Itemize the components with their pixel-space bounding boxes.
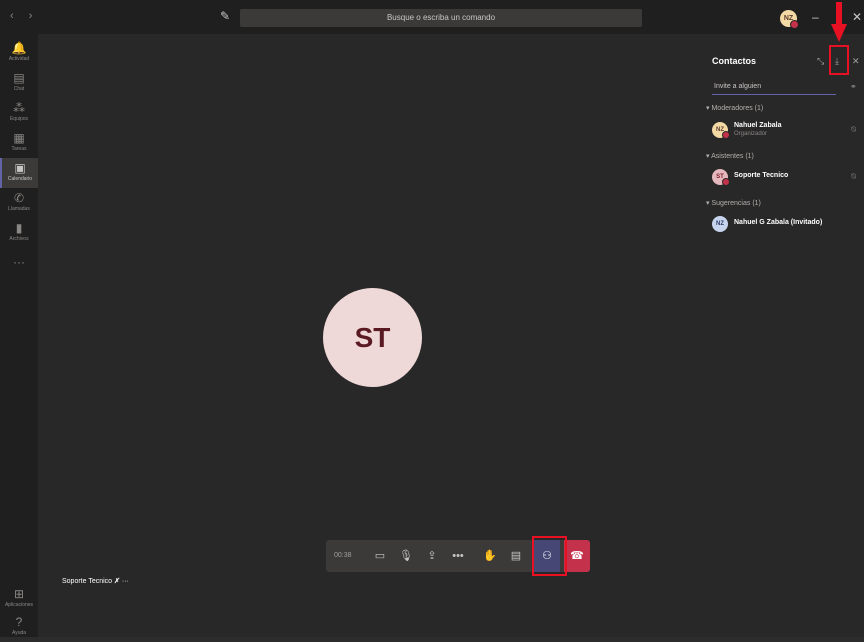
rail-item-teams[interactable]: ⁂ Equipos (0, 98, 38, 128)
close-icon[interactable]: ✕ (852, 56, 860, 67)
rail-item-apps[interactable]: ⊞ Aplicaciones (0, 584, 38, 614)
rail-item-chat[interactable]: ▤ Chat (0, 68, 38, 98)
mic-off-icon: ⍉ (851, 172, 856, 181)
highlight-people-button (532, 536, 567, 576)
pop-out-icon[interactable]: ⤡ (817, 56, 824, 67)
call-timer: 00:38 (334, 552, 352, 559)
app-rail: 🔔 Actividad ▤ Chat ⁂ Equipos ▦ Tareas ▣ … (0, 34, 38, 637)
search-input[interactable]: Busque o escriba un comando (240, 9, 642, 27)
rail-item-calendar[interactable]: ▣ Calendario (0, 158, 38, 188)
participant-name: Soporte Tecnico (62, 578, 113, 585)
rail-label: Archivos (9, 236, 29, 242)
rail-label: Actividad (8, 56, 30, 62)
rail-label: Ayuda (11, 630, 27, 636)
rail-item-tasks[interactable]: ▦ Tareas (0, 128, 38, 158)
person-name: Nahuel G Zabala (Invitado) (734, 219, 823, 226)
rail-label: Aplicaciones (4, 602, 34, 608)
more-icon[interactable]: ••• (446, 540, 470, 572)
close-window-button[interactable]: ✕ (852, 10, 862, 24)
person-row[interactable]: ST Soporte Tecnico ⍉ (712, 167, 860, 191)
participant-more-button[interactable]: ··· (122, 578, 129, 585)
teams-icon: ⁂ (13, 101, 25, 115)
minimize-button[interactable]: – (812, 10, 819, 24)
busy-status-dot (722, 131, 730, 139)
help-icon: ? (15, 615, 23, 629)
rail-label: Calendario (7, 176, 33, 182)
busy-status-dot (790, 20, 799, 29)
section-attendees[interactable]: ▾ Asistentes (1) (706, 152, 754, 160)
rail-item-files[interactable]: ▮ Archivos (0, 218, 38, 248)
share-icon[interactable]: ⇪ (420, 540, 444, 572)
calendar-icon: ▣ (14, 161, 26, 175)
rail-item-help[interactable]: ? Ayuda (0, 612, 38, 642)
person-role: Organizador (734, 131, 768, 137)
section-title: Asistentes (1) (711, 153, 754, 160)
raise-hand-icon[interactable]: ✋ (478, 540, 502, 572)
panel-title: Contactos (712, 56, 757, 66)
more-icon: ··· (13, 255, 25, 269)
rail-label: Chat (13, 86, 25, 92)
participant-avatar-large: ST (323, 288, 422, 387)
section-title: Sugerencias (1) (711, 200, 761, 207)
mic-off-icon[interactable]: 🎙 (394, 540, 418, 572)
highlight-download-button (829, 45, 849, 75)
video-off-icon[interactable]: ▭ (368, 540, 392, 572)
title-bar: ‹ › ✎ Busque o escriba un comando NZ – ✕ (0, 0, 864, 34)
section-moderators[interactable]: ▾ Moderadores (1) (706, 104, 763, 112)
avatar: NZ (712, 122, 730, 139)
rail-more-button[interactable]: ··· (0, 252, 38, 282)
files-icon: ▮ (15, 221, 23, 235)
user-avatar[interactable]: NZ (780, 10, 799, 29)
avatar: NZ (712, 216, 728, 232)
person-row[interactable]: NZ Nahuel G Zabala (Invitado) (712, 214, 860, 238)
avatar: ST (712, 169, 730, 186)
section-suggestions[interactable]: ▾ Sugerencias (1) (706, 199, 761, 207)
person-name: Soporte Tecnico (734, 172, 789, 179)
participant-label: Soporte Tecnico ✗̸ ··· (62, 577, 129, 585)
annotation-arrow (831, 2, 847, 42)
rail-label: Llamadas (8, 206, 30, 212)
nav-arrows[interactable]: ‹ › (10, 10, 38, 22)
compose-icon[interactable]: ✎ (218, 9, 232, 23)
section-title: Moderadores (1) (711, 105, 764, 112)
chat-icon: ▤ (13, 71, 25, 85)
link-icon[interactable]: ⚭ (850, 82, 857, 91)
person-name: Nahuel Zabala (734, 122, 782, 129)
mic-off-icon: ✗̸ (114, 578, 122, 585)
mic-off-icon: ⍉ (851, 125, 856, 134)
invite-input[interactable]: Invite a alguien (712, 80, 836, 95)
bell-icon: 🔔 (11, 41, 27, 55)
busy-status-dot (722, 178, 730, 186)
chat-icon[interactable]: ▤ (504, 540, 528, 572)
apps-icon: ⊞ (13, 587, 25, 601)
hangup-icon[interactable]: ☎ (564, 540, 590, 572)
rail-item-calls[interactable]: ✆ Llamadas (0, 188, 38, 218)
contacts-panel: Contactos ⤡ ⤓ ✕ Invite a alguien ⚭ ▾ Mod… (700, 34, 864, 637)
phone-icon: ✆ (13, 191, 25, 205)
person-row[interactable]: NZ Nahuel Zabala Organizador ⍉ (712, 120, 860, 144)
rail-item-activity[interactable]: 🔔 Actividad (0, 38, 38, 68)
rail-label: Equipos (9, 116, 29, 122)
tasks-icon: ▦ (13, 131, 25, 145)
rail-label: Tareas (11, 146, 27, 152)
avatar-initials: NZ (716, 221, 724, 227)
